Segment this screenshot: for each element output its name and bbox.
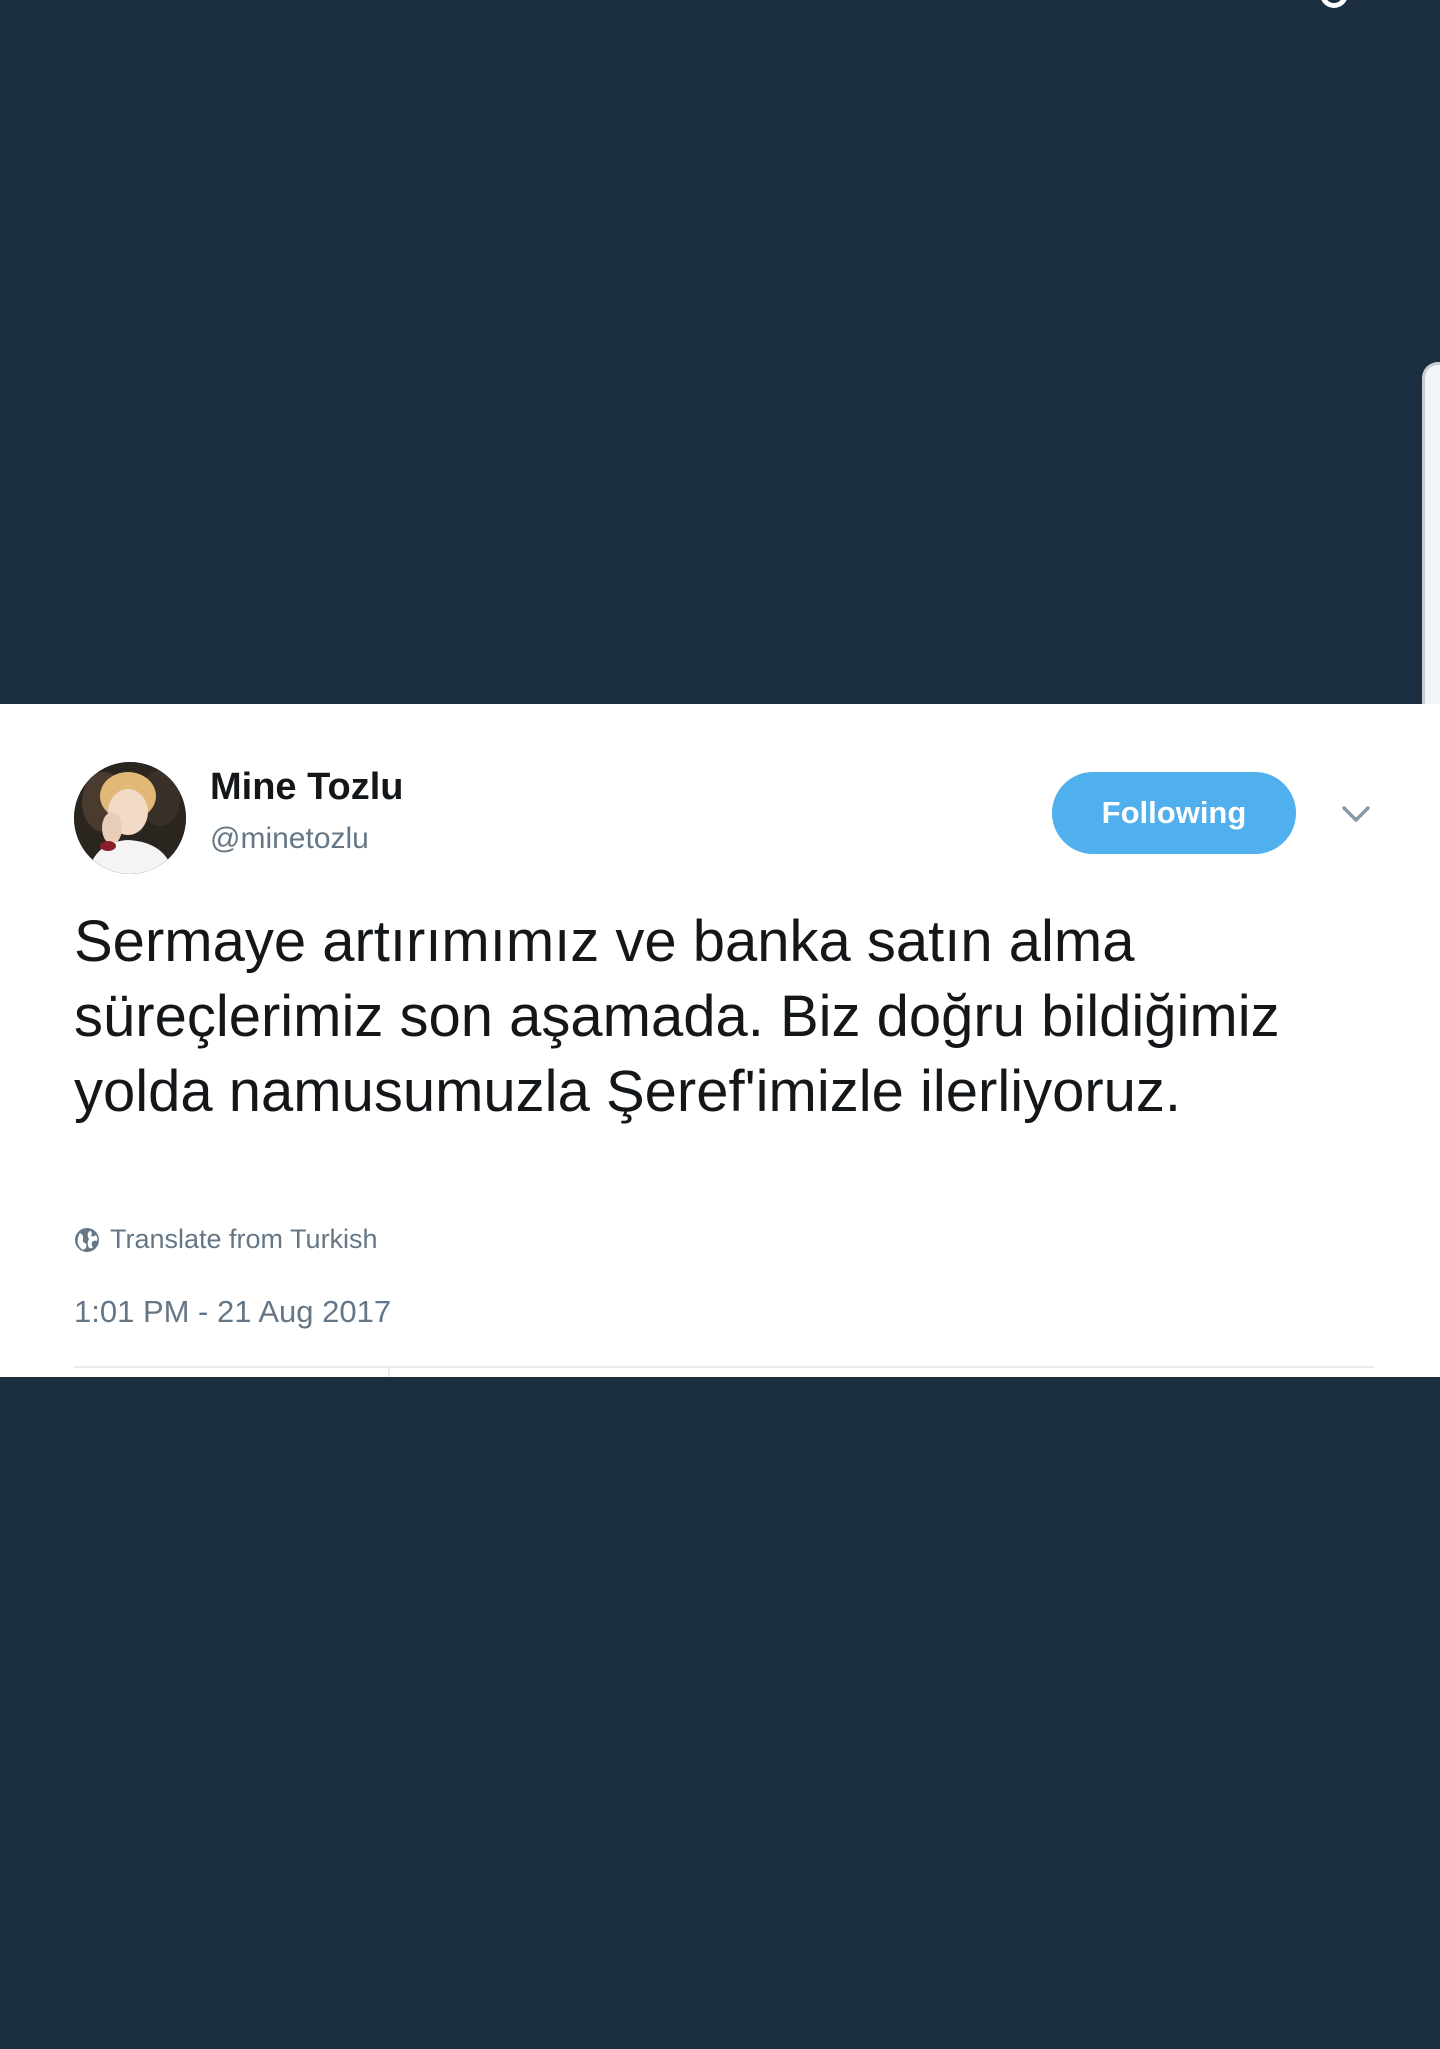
top-edge-glyph <box>1320 0 1348 8</box>
translate-link[interactable]: Translate from Turkish <box>74 1224 378 1255</box>
divider <box>74 1366 1374 1368</box>
translate-label: Translate from Turkish <box>110 1224 378 1254</box>
following-button-label: Following <box>1101 795 1247 830</box>
author-handle[interactable]: @minetozlu <box>210 822 369 856</box>
tweet-text: Sermaye artırımımız ve banka satın alma … <box>74 909 1280 1124</box>
globe-icon <box>74 1227 100 1253</box>
avatar[interactable] <box>74 762 186 874</box>
following-button[interactable]: Following <box>1052 772 1296 854</box>
tweet-card: Mine Tozlu @minetozlu Following Sermaye … <box>0 704 1440 1377</box>
tweet-timestamp[interactable]: 1:01 PM - 21 Aug 2017 <box>74 1294 391 1330</box>
divider-tick <box>388 1366 390 1377</box>
chevron-down-icon[interactable] <box>1338 796 1374 832</box>
author-name[interactable]: Mine Tozlu <box>210 766 404 809</box>
